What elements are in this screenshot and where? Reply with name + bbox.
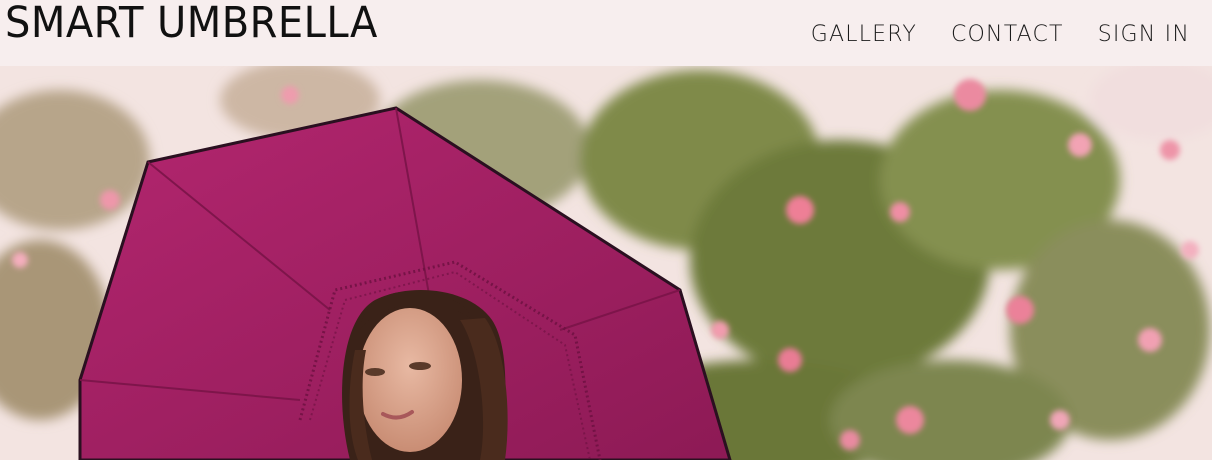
nav-gallery-link[interactable]: GALLERY [811,20,917,50]
hero-photo-illustration [0,66,1212,460]
hero-image [0,66,1212,460]
site-header: SMART UMBRELLA GALLERY CONTACT SIGN IN [0,0,1212,66]
brand-logo[interactable]: SMART UMBRELLA [5,0,378,48]
nav-contact-link[interactable]: CONTACT [951,20,1064,50]
main-nav: GALLERY CONTACT SIGN IN [811,20,1190,50]
nav-sign-in-link[interactable]: SIGN IN [1098,20,1190,50]
woman [342,289,508,460]
